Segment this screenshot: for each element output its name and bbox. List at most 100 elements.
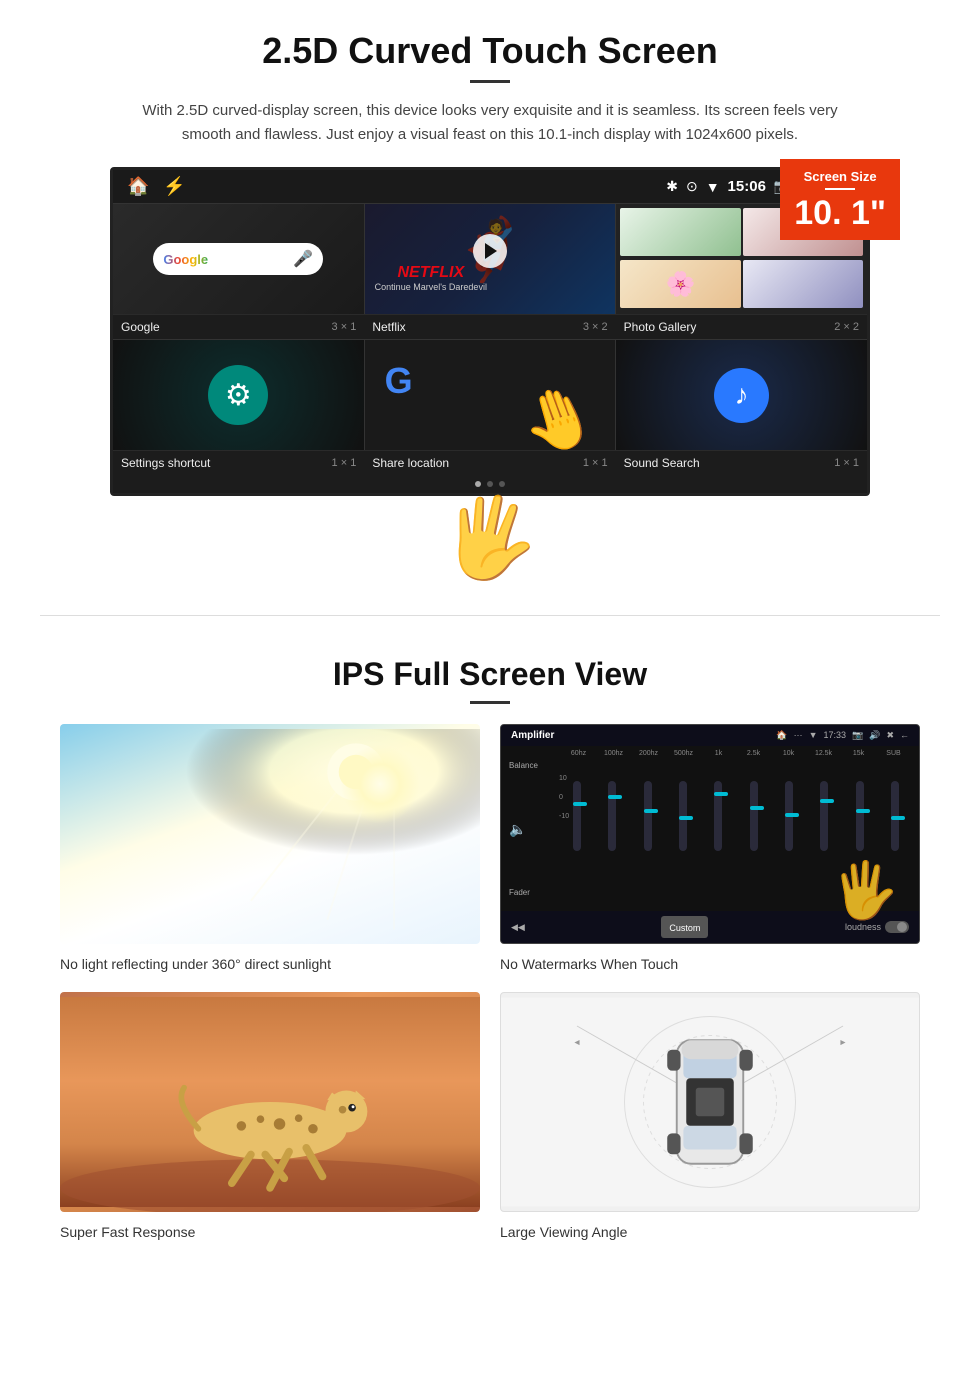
eq-bar-2[interactable]: [596, 781, 628, 851]
status-left-icons: 🏠 ⚡: [127, 176, 186, 197]
google-search-bar[interactable]: Google 🎤: [153, 243, 323, 275]
app-cell-settings[interactable]: ⚙: [113, 340, 365, 450]
cheetah-svg: [60, 992, 480, 1212]
amp-dots: ···: [794, 730, 803, 741]
balance-label: Balance: [509, 761, 561, 770]
app-labels-row-2: Settings shortcut 1 × 1 Share location 1…: [113, 450, 867, 475]
section-ips: IPS Full Screen View: [0, 646, 980, 1270]
eq-handle-10[interactable]: [891, 816, 905, 820]
eq-bar-3[interactable]: [632, 781, 664, 851]
svg-text:►: ►: [839, 1037, 847, 1047]
amp-status: 🏠 ··· ▼ 17:33 📷 🔊 ✖ ←: [776, 730, 909, 741]
app-cell-share[interactable]: G 🤚: [365, 340, 617, 450]
amp-left-labels: Balance 🔈 Fader: [509, 761, 561, 907]
svg-text:◄: ◄: [573, 1037, 581, 1047]
netflix-thumbnail: 🦸 NETFLIX Continue Marvel's Daredevil: [365, 204, 616, 314]
section2-underline: [470, 701, 510, 704]
section1-description: With 2.5D curved-display screen, this de…: [140, 99, 840, 147]
eq-bar-5[interactable]: [702, 781, 734, 851]
status-bar: 🏠 ⚡ ✱ ⊙ ▼ 15:06 📷 🔊 ✖ □: [113, 170, 867, 203]
google-app-name: Google: [121, 320, 160, 334]
share-label-cell: Share location 1 × 1: [364, 456, 615, 470]
freq-label-500hz: 500hz: [666, 750, 701, 757]
eq-bar-6[interactable]: [737, 781, 769, 851]
touch-hand-icon: 🖐: [831, 858, 899, 923]
amp-custom-btn[interactable]: Custom: [661, 916, 708, 938]
car-svg: ◄ ►: [501, 993, 919, 1211]
toggle-knob: [897, 922, 907, 932]
eq-handle-1[interactable]: [573, 802, 587, 806]
eq-bar-9[interactable]: [843, 781, 875, 851]
sound-app-name: Sound Search: [624, 456, 700, 470]
amp-freq-labels: 60hz 100hz 200hz 500hz 1k 2.5k 10k 12.5k…: [501, 746, 919, 757]
status-time: 15:06: [728, 178, 766, 195]
location-icon: ⊙: [686, 178, 698, 195]
gallery-img-3: [743, 260, 863, 308]
speaker-icon: 🔈: [509, 821, 561, 838]
app-cell-google[interactable]: Google 🎤: [113, 204, 365, 314]
eq-handle-6[interactable]: [750, 806, 764, 810]
android-screen: 🏠 ⚡ ✱ ⊙ ▼ 15:06 📷 🔊 ✖ □: [110, 167, 870, 496]
sunlight-caption: No light reflecting under 360° direct su…: [60, 956, 480, 972]
netflix-play-button[interactable]: [473, 234, 507, 268]
google-logo: Google: [163, 252, 208, 267]
netflix-app-size: 3 × 2: [583, 321, 608, 333]
netflix-label-cell: Netflix 3 × 2: [364, 320, 615, 334]
eq-bar-4[interactable]: [667, 781, 699, 851]
music-note-icon: ♪: [714, 368, 769, 423]
y-label-0: 0: [559, 794, 569, 801]
freq-label-1k: 1k: [701, 750, 736, 757]
app-cell-netflix[interactable]: 🦸 NETFLIX Continue Marvel's Daredevil: [365, 204, 617, 314]
eq-handle-5[interactable]: [714, 792, 728, 796]
cheetah-caption: Super Fast Response: [60, 1224, 480, 1240]
app-row-2: ⚙ G 🤚 ♪: [113, 339, 867, 450]
sunlight-card: No light reflecting under 360° direct su…: [60, 724, 480, 972]
freq-label-12k5: 12.5k: [806, 750, 841, 757]
eq-bar-7[interactable]: [773, 781, 805, 851]
google-app-size: 3 × 1: [332, 321, 357, 333]
hand-gesture-icon: 🖐: [433, 483, 547, 593]
loudness-toggle[interactable]: [885, 921, 909, 933]
eq-bar-8[interactable]: [808, 781, 840, 851]
share-app-size: 1 × 1: [583, 457, 608, 469]
netflix-brand: NETFLIX Continue Marvel's Daredevil: [375, 264, 487, 292]
eq-handle-2[interactable]: [608, 795, 622, 799]
amp-nav-left[interactable]: ◀◀: [511, 922, 525, 933]
dot-2: [487, 481, 493, 487]
netflix-subtitle: Continue Marvel's Daredevil: [375, 282, 487, 292]
amp-cam: 📷: [852, 730, 863, 741]
amp-title: Amplifier: [511, 730, 554, 741]
amp-home-icon: 🏠: [776, 730, 787, 741]
sun-glow: [340, 744, 420, 824]
cheetah-image: [60, 992, 480, 1212]
sound-label-cell: Sound Search 1 × 1: [616, 456, 867, 470]
home-icon[interactable]: 🏠: [127, 176, 149, 197]
y-label-neg10: -10: [559, 813, 569, 820]
hand-pointing-icon: 🤚: [511, 373, 605, 450]
freq-label-sub: SUB: [876, 750, 911, 757]
section-curved-screen: 2.5D Curved Touch Screen With 2.5D curve…: [0, 0, 980, 521]
freq-label-200hz: 200hz: [631, 750, 666, 757]
app-cell-sound[interactable]: ♪: [616, 340, 867, 450]
mic-icon[interactable]: 🎤: [293, 249, 313, 269]
amp-custom-label: Custom: [669, 923, 700, 933]
badge-size: 10. 1": [794, 194, 886, 232]
hand-below-device: 🖐: [0, 491, 980, 585]
share-app-name: Share location: [372, 456, 449, 470]
car-caption: Large Viewing Angle: [500, 1224, 920, 1240]
amp-wifi: ▼: [809, 730, 818, 741]
sound-thumbnail: ♪: [616, 340, 867, 450]
amplifier-image: Amplifier 🏠 ··· ▼ 17:33 📷 🔊 ✖ ← 60hz: [500, 724, 920, 944]
eq-handle-3[interactable]: [644, 809, 658, 813]
amp-time: 17:33: [823, 730, 846, 741]
eq-handle-8[interactable]: [820, 799, 834, 803]
eq-handle-4[interactable]: [679, 816, 693, 820]
car-card: ◄ ► Large Viewing Angle: [500, 992, 920, 1240]
car-top-view: [667, 1040, 753, 1164]
eq-handle-7[interactable]: [785, 813, 799, 817]
badge-underline: [825, 188, 855, 190]
eq-bar-10[interactable]: [879, 781, 911, 851]
eq-handle-9[interactable]: [856, 809, 870, 813]
gallery-app-name: Photo Gallery: [624, 320, 697, 334]
amp-eq-sliders: [561, 761, 911, 861]
